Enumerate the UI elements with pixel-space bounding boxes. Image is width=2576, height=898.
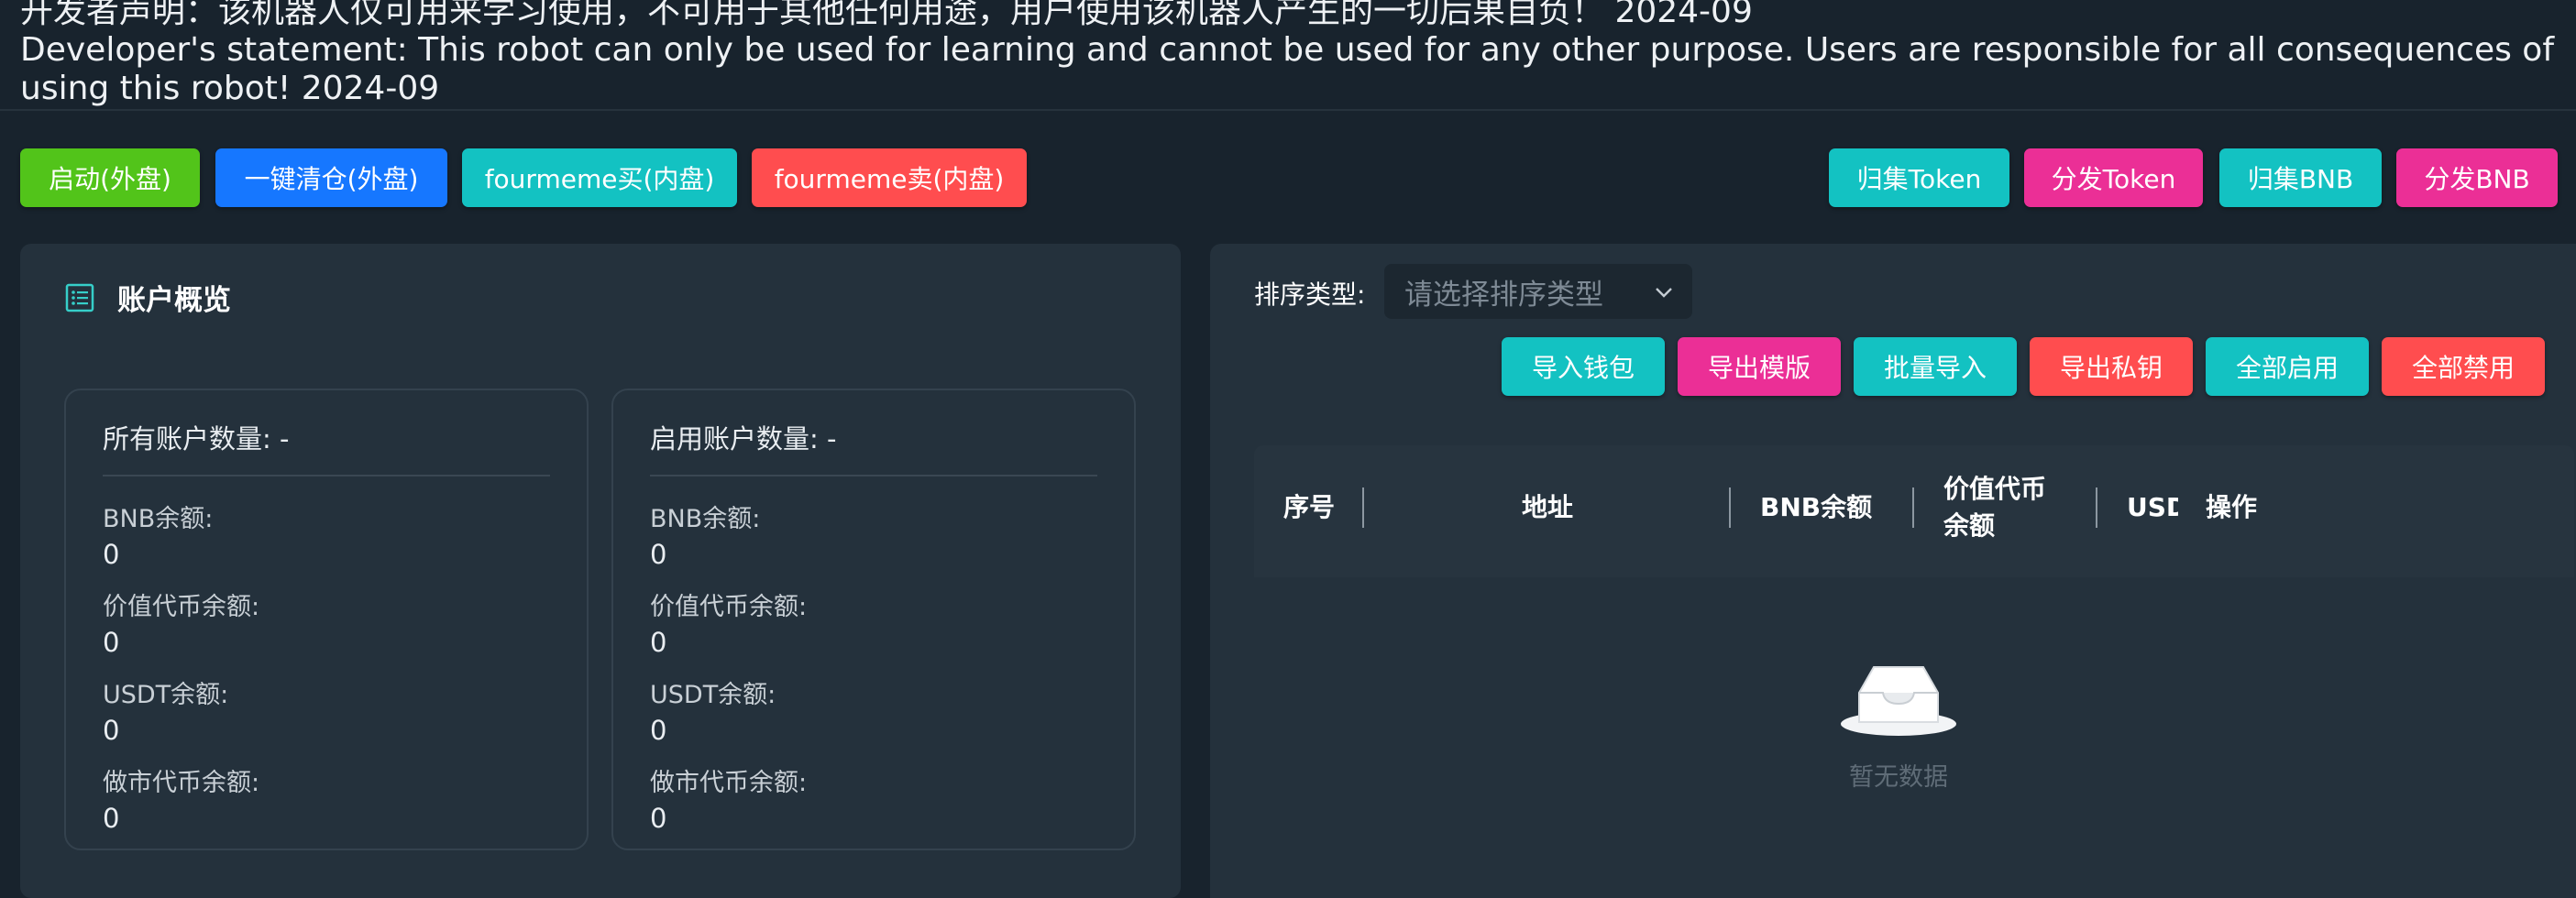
stat-value: 0 bbox=[103, 539, 120, 570]
fourmeme-buy-button[interactable]: fourmeme买(内盘) bbox=[462, 148, 737, 207]
sort-type-label: 排序类型: bbox=[1254, 279, 1366, 310]
fourmeme-sell-button[interactable]: fourmeme卖(内盘) bbox=[752, 148, 1027, 207]
stat-label: USDT余额: bbox=[650, 681, 776, 709]
column-operations[interactable]: 操作 bbox=[2206, 489, 2257, 526]
column-separator[interactable] bbox=[1912, 487, 1914, 528]
wallet-list-panel: 排序类型: 请选择排序类型 导入钱包 导出模版 批量导入 导出私钥 全部启用 全… bbox=[1210, 244, 2576, 898]
card-divider bbox=[650, 475, 1097, 476]
chevron-down-icon bbox=[1656, 288, 1672, 298]
sort-type-placeholder: 请选择排序类型 bbox=[1404, 278, 1603, 312]
stat-label: BNB余额: bbox=[650, 505, 761, 533]
all-accounts-count: 所有账户数量: - bbox=[103, 423, 290, 454]
distribute-token-button[interactable]: 分发Token bbox=[2024, 148, 2203, 207]
column-value-token-line1: 价值代币 bbox=[1943, 474, 2047, 504]
card-divider bbox=[103, 475, 550, 476]
disable-all-button[interactable]: 全部禁用 bbox=[2382, 337, 2545, 396]
start-external-button[interactable]: 启动(外盘) bbox=[20, 148, 200, 207]
empty-state-text: 暂无数据 bbox=[1849, 763, 1948, 792]
account-overview-title: 账户概览 bbox=[64, 277, 231, 318]
account-overview-panel: 账户概览 所有账户数量: - BNB余额: 0 价值代币余额: 0 USDT余额… bbox=[20, 244, 1181, 898]
collect-token-button[interactable]: 归集Token bbox=[1829, 148, 2009, 207]
stat-label: 做市代币余额: bbox=[650, 769, 808, 797]
all-accounts-card: 所有账户数量: - BNB余额: 0 价值代币余额: 0 USDT余额: 0 做… bbox=[64, 389, 589, 850]
export-private-keys-button[interactable]: 导出私钥 bbox=[2030, 337, 2193, 396]
stat-value: 0 bbox=[650, 715, 667, 746]
stat-label: USDT余额: bbox=[103, 681, 229, 709]
stat-label: 价值代币余额: bbox=[650, 593, 808, 621]
empty-inbox-icon bbox=[1841, 666, 1956, 736]
column-separator[interactable] bbox=[2096, 487, 2097, 528]
column-address[interactable]: 地址 bbox=[1522, 489, 1573, 526]
stat-value: 0 bbox=[103, 715, 120, 746]
stat-label: 做市代币余额: bbox=[103, 769, 260, 797]
distribute-bnb-button[interactable]: 分发BNB bbox=[2396, 148, 2558, 207]
export-template-button[interactable]: 导出模版 bbox=[1678, 337, 1841, 396]
column-usdt-balance[interactable]: USD bbox=[2127, 489, 2178, 526]
enabled-accounts-count: 启用账户数量: - bbox=[650, 423, 837, 454]
collect-bnb-button[interactable]: 归集BNB bbox=[2219, 148, 2382, 207]
clear-all-external-button[interactable]: 一键清仓(外盘) bbox=[215, 148, 447, 207]
stat-value: 0 bbox=[650, 803, 667, 834]
import-wallet-button[interactable]: 导入钱包 bbox=[1502, 337, 1665, 396]
stat-value: 0 bbox=[103, 803, 120, 834]
column-index[interactable]: 序号 bbox=[1283, 489, 1335, 526]
column-value-token-balance[interactable]: 价值代币 余额 bbox=[1943, 471, 2046, 544]
account-overview-label: 账户概览 bbox=[117, 284, 231, 317]
wallet-table-header: 序号 地址 BNB余额 价值代币 余额 USD 操作 bbox=[1254, 445, 2574, 577]
statement-zh: 开发者声明：该机器人仅可用来学习使用，不可用于其他任何用途，用户使用该机器人产生… bbox=[20, 0, 1753, 30]
list-icon bbox=[65, 283, 94, 312]
column-separator[interactable] bbox=[1362, 487, 1364, 528]
column-value-token-line2: 余额 bbox=[1943, 510, 1996, 541]
stat-value: 0 bbox=[650, 539, 667, 570]
stat-label: 价值代币余额: bbox=[103, 593, 260, 621]
stat-value: 0 bbox=[650, 627, 667, 658]
stat-label: BNB余额: bbox=[103, 505, 214, 533]
column-bnb-balance[interactable]: BNB余额 bbox=[1760, 489, 1872, 526]
statement-divider bbox=[0, 109, 2576, 111]
column-separator[interactable] bbox=[1729, 487, 1731, 528]
developer-statement: 开发者声明：该机器人仅可用来学习使用，不可用于其他任何用途，用户使用该机器人产生… bbox=[20, 0, 2569, 108]
statement-en: Developer's statement: This robot can on… bbox=[20, 31, 2555, 107]
batch-import-button[interactable]: 批量导入 bbox=[1854, 337, 2017, 396]
enabled-accounts-card: 启用账户数量: - BNB余额: 0 价值代币余额: 0 USDT余额: 0 做… bbox=[611, 389, 1136, 850]
sort-type-select[interactable]: 请选择排序类型 bbox=[1384, 264, 1692, 319]
enable-all-button[interactable]: 全部启用 bbox=[2206, 337, 2369, 396]
stat-value: 0 bbox=[103, 627, 120, 658]
